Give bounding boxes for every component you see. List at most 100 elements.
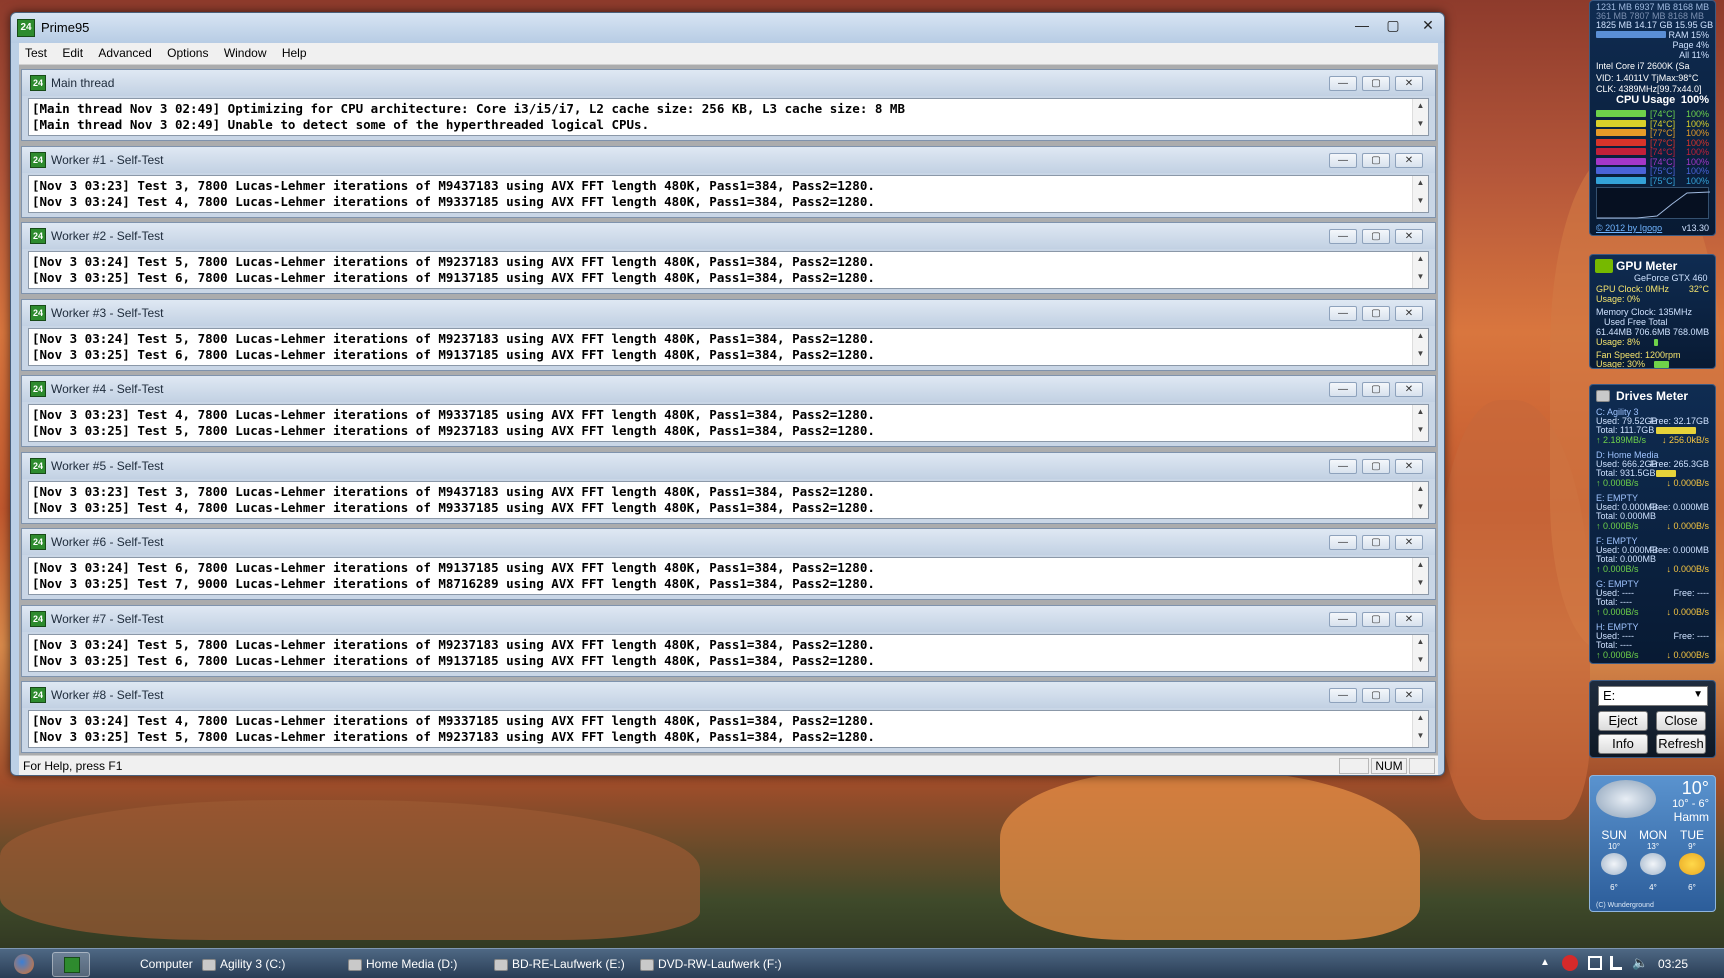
child-title-bar[interactable]: 24 Worker #3 - Self-Test — ▢ ✕ — [22, 299, 1435, 326]
scroll-down-icon[interactable]: ▼ — [1413, 196, 1428, 205]
log-scrollbar[interactable]: ▲ ▼ — [1412, 405, 1428, 441]
child-title-bar[interactable]: 24 Worker #2 - Self-Test — ▢ ✕ — [22, 223, 1435, 249]
log-scrollbar[interactable]: ▲ ▼ — [1412, 99, 1428, 135]
scroll-up-icon[interactable]: ▲ — [1413, 484, 1428, 493]
scroll-up-icon[interactable]: ▲ — [1413, 178, 1428, 187]
scroll-up-icon[interactable]: ▲ — [1413, 407, 1428, 416]
log-scrollbar[interactable]: ▲ ▼ — [1412, 252, 1428, 288]
child-maximize-button[interactable]: ▢ — [1362, 611, 1390, 627]
prime95-child-icon[interactable]: 24 — [30, 610, 46, 627]
close-tray-button[interactable]: Close — [1656, 711, 1706, 731]
taskbar-prime95-button[interactable] — [52, 952, 90, 977]
child-title-bar[interactable]: 24 Main thread — ▢ ✕ — [22, 70, 1435, 96]
log-scrollbar[interactable]: ▲ ▼ — [1412, 175, 1428, 212]
firefox-icon[interactable] — [14, 954, 34, 974]
prime95-child-icon[interactable]: 24 — [30, 304, 46, 321]
log-output[interactable]: [Nov 3 03:24] Test 5, 7800 Lucas-Lehmer … — [28, 251, 1429, 289]
worker-window[interactable]: 24 Worker #8 - Self-Test — ▢ ✕ [Nov 3 03:24] … — [21, 681, 1436, 753]
log-output[interactable]: [Nov 3 03:24] Test 5, 7800 Lucas-Lehmer … — [28, 327, 1429, 366]
prime95-app-icon[interactable]: 24 — [17, 19, 35, 37]
child-minimize-button[interactable]: — — [1329, 688, 1357, 703]
log-scrollbar[interactable]: ▲ ▼ — [1412, 481, 1428, 518]
child-minimize-button[interactable]: — — [1329, 535, 1357, 550]
scroll-up-icon[interactable]: ▲ — [1413, 713, 1428, 722]
child-minimize-button[interactable]: — — [1329, 305, 1357, 321]
maximize-button[interactable]: ▢ — [1379, 15, 1407, 35]
worker-window[interactable]: 24 Worker #6 - Self-Test — ▢ ✕ [Nov 3 03:24] … — [21, 528, 1436, 600]
child-minimize-button[interactable]: — — [1329, 611, 1357, 627]
network-icon[interactable] — [1610, 956, 1622, 970]
child-minimize-button[interactable]: — — [1329, 382, 1357, 397]
main-thread-window[interactable]: 24 Main thread — ▢ ✕ [Main thread Nov 3 02:49… — [21, 69, 1436, 141]
volume-icon[interactable]: 🔈 — [1632, 955, 1648, 971]
scroll-down-icon[interactable]: ▼ — [1413, 272, 1428, 281]
menu-window[interactable]: Window — [218, 43, 273, 63]
log-output[interactable]: [Main thread Nov 3 02:49] Optimizing for… — [28, 98, 1429, 136]
child-close-button[interactable]: ✕ — [1395, 382, 1423, 397]
log-output[interactable]: [Nov 3 03:24] Test 5, 7800 Lucas-Lehmer … — [28, 633, 1429, 672]
toolbar-drive-c[interactable]: Agility 3 (C:) — [202, 957, 285, 971]
child-minimize-button[interactable]: — — [1329, 152, 1357, 168]
minimize-button[interactable]: — — [1348, 15, 1376, 35]
child-maximize-button[interactable]: ▢ — [1362, 152, 1390, 168]
prime95-window[interactable]: 24 Prime95 — ▢ ✕ Test Edit Advanced Opti… — [10, 12, 1445, 776]
gpu-meter-gadget[interactable]: GPU Meter GeForce GTX 460 GPU Clock: 0MH… — [1589, 254, 1716, 369]
child-close-button[interactable]: ✕ — [1395, 152, 1423, 168]
worker-window[interactable]: 24 Worker #5 - Self-Test — ▢ ✕ [Nov 3 03:23] … — [21, 451, 1436, 524]
child-title-bar[interactable]: 24 Worker #6 - Self-Test — ▢ ✕ — [22, 529, 1435, 555]
toolbar-drive-f[interactable]: DVD-RW-Laufwerk (F:) — [640, 957, 782, 971]
child-maximize-button[interactable]: ▢ — [1362, 458, 1390, 474]
scroll-up-icon[interactable]: ▲ — [1413, 254, 1428, 263]
log-scrollbar[interactable]: ▲ ▼ — [1412, 328, 1428, 365]
info-button[interactable]: Info — [1598, 734, 1648, 754]
action-center-icon[interactable] — [1588, 956, 1602, 970]
scroll-up-icon[interactable]: ▲ — [1413, 637, 1428, 646]
security-tray-icon[interactable] — [1562, 955, 1578, 971]
close-button[interactable]: ✕ — [1414, 15, 1442, 35]
scroll-down-icon[interactable]: ▼ — [1413, 119, 1428, 128]
prime95-child-icon[interactable]: 24 — [30, 534, 46, 550]
toolbar-drive-d[interactable]: Home Media (D:) — [348, 957, 457, 971]
prime95-child-icon[interactable]: 24 — [30, 228, 46, 244]
child-minimize-button[interactable]: — — [1329, 76, 1357, 91]
taskbar-clock[interactable]: 03:25 — [1658, 957, 1688, 971]
drives-meter-gadget[interactable]: Drives Meter C: Agility 3 Used: 79.52GB Fr… — [1589, 384, 1716, 664]
toolbar-drive-e[interactable]: BD-RE-Laufwerk (E:) — [494, 957, 625, 971]
log-output[interactable]: [Nov 3 03:24] Test 4, 7800 Lucas-Lehmer … — [28, 710, 1429, 748]
refresh-button[interactable]: Refresh — [1656, 734, 1706, 754]
scroll-up-icon[interactable]: ▲ — [1413, 560, 1428, 569]
log-output[interactable]: [Nov 3 03:23] Test 3, 7800 Lucas-Lehmer … — [28, 174, 1429, 213]
eject-gadget[interactable]: E: ▼ Eject Close Info Refresh — [1589, 680, 1716, 758]
child-title-bar[interactable]: 24 Worker #8 - Self-Test — ▢ ✕ — [22, 682, 1435, 708]
child-close-button[interactable]: ✕ — [1395, 535, 1423, 550]
scroll-down-icon[interactable]: ▼ — [1413, 731, 1428, 740]
prime95-child-icon[interactable]: 24 — [30, 687, 46, 703]
log-output[interactable]: [Nov 3 03:24] Test 6, 7800 Lucas-Lehmer … — [28, 557, 1429, 595]
scroll-down-icon[interactable]: ▼ — [1413, 502, 1428, 511]
child-title-bar[interactable]: 24 Worker #4 - Self-Test — ▢ ✕ — [22, 376, 1435, 402]
child-title-bar[interactable]: 24 Worker #5 - Self-Test — ▢ ✕ — [22, 452, 1435, 479]
igogo-link[interactable]: © 2012 by Igogo — [1596, 223, 1662, 233]
scroll-up-icon[interactable]: ▲ — [1413, 101, 1428, 110]
child-maximize-button[interactable]: ▢ — [1362, 229, 1390, 244]
log-output[interactable]: [Nov 3 03:23] Test 4, 7800 Lucas-Lehmer … — [28, 404, 1429, 442]
log-scrollbar[interactable]: ▲ ▼ — [1412, 558, 1428, 594]
scroll-down-icon[interactable]: ▼ — [1413, 578, 1428, 587]
worker-window[interactable]: 24 Worker #4 - Self-Test — ▢ ✕ [Nov 3 03:23] … — [21, 375, 1436, 447]
child-maximize-button[interactable]: ▢ — [1362, 535, 1390, 550]
log-scrollbar[interactable]: ▲ ▼ — [1412, 711, 1428, 747]
child-title-bar[interactable]: 24 Worker #1 - Self-Test — ▢ ✕ — [22, 146, 1435, 173]
title-bar[interactable]: 24 Prime95 — ▢ ✕ — [11, 13, 1444, 43]
toolbar-computer[interactable]: Computer — [140, 957, 193, 971]
worker-window[interactable]: 24 Worker #3 - Self-Test — ▢ ✕ [Nov 3 03:24] … — [21, 298, 1436, 371]
menu-test[interactable]: Test — [19, 43, 53, 63]
menu-edit[interactable]: Edit — [56, 43, 89, 63]
child-title-bar[interactable]: 24 Worker #7 - Self-Test — ▢ ✕ — [22, 605, 1435, 632]
drive-select[interactable]: E: ▼ — [1598, 686, 1708, 706]
scroll-down-icon[interactable]: ▼ — [1413, 349, 1428, 358]
child-maximize-button[interactable]: ▢ — [1362, 76, 1390, 91]
child-maximize-button[interactable]: ▢ — [1362, 688, 1390, 703]
prime95-child-icon[interactable]: 24 — [30, 457, 46, 474]
menu-options[interactable]: Options — [161, 43, 214, 63]
menu-help[interactable]: Help — [276, 43, 313, 63]
